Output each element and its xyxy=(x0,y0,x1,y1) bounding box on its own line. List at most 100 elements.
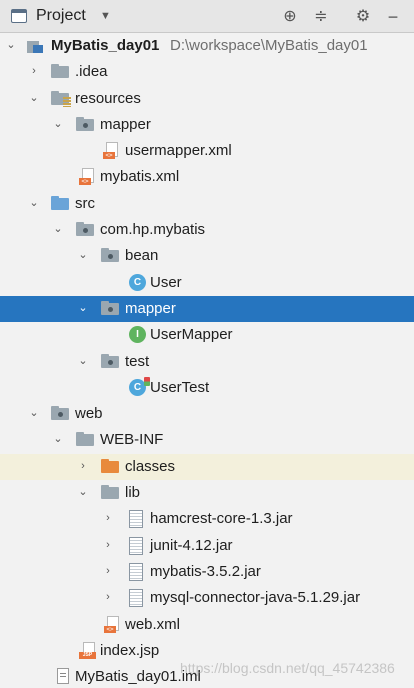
project-tool-window-header: Project ▼ ⊕ ≑ ⚙ − xyxy=(0,0,414,33)
node-label: usermapper.xml xyxy=(125,142,232,160)
xml-file-icon: <> xyxy=(103,142,119,160)
jar-icon xyxy=(129,510,143,529)
jar-icon xyxy=(129,562,143,581)
interface-icon: I xyxy=(129,326,146,344)
tree-node-lib[interactable]: ⌄ lib xyxy=(0,480,414,506)
tree-node-webinf[interactable]: ⌄ WEB-INF xyxy=(0,427,414,453)
node-label: resources xyxy=(75,89,141,107)
chevron-down-icon[interactable]: ⌄ xyxy=(76,248,90,262)
chevron-down-icon[interactable]: ⌄ xyxy=(4,38,18,52)
chevron-down-icon[interactable]: ⌄ xyxy=(51,222,65,236)
package-folder-icon xyxy=(101,300,119,316)
node-label: UserMapper xyxy=(150,326,233,344)
collapse-all-icon[interactable]: ≑ xyxy=(310,6,332,28)
folder-icon xyxy=(51,64,69,79)
tree-node-test[interactable]: ⌄ test xyxy=(0,349,414,375)
node-label: WEB-INF xyxy=(100,431,164,449)
node-label: com.hp.mybatis xyxy=(100,221,206,239)
package-folder-icon xyxy=(76,222,94,237)
resources-folder-icon xyxy=(51,90,71,107)
node-label: lib xyxy=(125,484,141,502)
project-view-icon xyxy=(11,9,27,23)
folder-icon xyxy=(76,432,94,447)
gear-icon[interactable]: ⚙ xyxy=(352,6,374,28)
tree-node-jar[interactable]: › junit-4.12.jar xyxy=(0,533,414,559)
jar-icon xyxy=(129,536,143,555)
chevron-down-icon[interactable]: ⌄ xyxy=(51,117,65,131)
chevron-right-icon[interactable]: › xyxy=(101,564,115,578)
package-folder-icon xyxy=(101,353,119,369)
view-dropdown-chevron-icon[interactable]: ▼ xyxy=(100,10,111,22)
tree-node-jar[interactable]: › mybatis-3.5.2.jar xyxy=(0,559,414,585)
chevron-down-icon[interactable]: ⌄ xyxy=(76,301,90,315)
root-path: D:\workspace\MyBatis_day01 xyxy=(170,37,368,54)
chevron-down-icon[interactable]: ⌄ xyxy=(76,354,90,368)
node-label: UserTest xyxy=(150,378,210,396)
root-label: MyBatis_day01 xyxy=(51,37,160,54)
project-tree: ⌄ MyBatis_day01 D:\workspace\MyBatis_day… xyxy=(0,33,414,688)
tree-node-idea[interactable]: › .idea xyxy=(0,59,414,85)
test-class-icon: C xyxy=(129,376,150,396)
node-label: mapper xyxy=(100,115,151,133)
chevron-down-icon[interactable]: ⌄ xyxy=(76,485,90,499)
excluded-folder-icon xyxy=(101,458,119,474)
chevron-right-icon[interactable]: › xyxy=(101,590,115,604)
tree-node-package-mapper[interactable]: ⌄ mapper xyxy=(0,295,414,323)
source-folder-icon xyxy=(51,195,69,211)
tree-node-usertest-class[interactable]: C UserTest xyxy=(0,375,414,401)
hide-icon[interactable]: − xyxy=(382,6,404,28)
locate-icon[interactable]: ⊕ xyxy=(279,6,301,28)
watermark: https://blog.csdn.net/qq_45742386 xyxy=(180,660,395,676)
tree-node-jar[interactable]: › hamcrest-core-1.3.jar xyxy=(0,506,414,532)
chevron-down-icon[interactable]: ⌄ xyxy=(27,91,41,105)
tree-node-resources-mapper[interactable]: ⌄ mapper xyxy=(0,112,414,138)
iml-file-icon xyxy=(55,668,71,685)
node-label: web xyxy=(75,405,103,423)
module-icon xyxy=(27,38,45,54)
node-label: mysql-connector-java-5.1.29.jar xyxy=(150,589,361,607)
tree-node-package[interactable]: ⌄ com.hp.mybatis xyxy=(0,217,414,243)
tree-node-user-class[interactable]: C User xyxy=(0,270,414,296)
chevron-right-icon[interactable]: › xyxy=(27,64,41,78)
chevron-down-icon[interactable]: ⌄ xyxy=(27,196,41,210)
view-title[interactable]: Project xyxy=(36,7,86,25)
node-label: mapper xyxy=(125,299,176,317)
tree-node-usermapper-xml[interactable]: <> usermapper.xml xyxy=(0,138,414,164)
tree-node-bean[interactable]: ⌄ bean xyxy=(0,243,414,269)
node-label: junit-4.12.jar xyxy=(150,536,233,554)
chevron-right-icon[interactable]: › xyxy=(101,511,115,525)
node-label: mybatis-3.5.2.jar xyxy=(150,562,261,580)
tree-node-web[interactable]: ⌄ web xyxy=(0,401,414,427)
package-folder-icon xyxy=(101,248,119,263)
node-label: .idea xyxy=(75,63,108,81)
tree-node-root[interactable]: ⌄ MyBatis_day01 D:\workspace\MyBatis_day… xyxy=(0,33,414,59)
node-label: index.jsp xyxy=(100,641,160,659)
xml-file-icon: <> xyxy=(104,615,120,633)
chevron-down-icon[interactable]: ⌄ xyxy=(51,432,65,446)
node-label: hamcrest-core-1.3.jar xyxy=(150,510,293,528)
tree-node-usermapper-interface[interactable]: I UserMapper xyxy=(0,322,414,348)
node-label: src xyxy=(75,194,95,212)
tree-node-src[interactable]: ⌄ src xyxy=(0,191,414,217)
tree-node-classes[interactable]: › classes xyxy=(0,453,414,481)
chevron-right-icon[interactable]: › xyxy=(101,538,115,552)
node-label: bean xyxy=(125,247,159,265)
chevron-right-icon[interactable]: › xyxy=(76,459,90,473)
package-folder-icon xyxy=(76,116,94,132)
class-icon: C xyxy=(129,273,146,291)
node-label: web.xml xyxy=(125,615,181,633)
node-label: User xyxy=(150,273,182,291)
tree-node-resources[interactable]: ⌄ resources xyxy=(0,86,414,112)
node-label: classes xyxy=(125,457,176,475)
xml-file-icon: <> xyxy=(79,168,95,186)
tree-node-jar[interactable]: › mysql-connector-java-5.1.29.jar xyxy=(0,585,414,611)
chevron-down-icon[interactable]: ⌄ xyxy=(27,406,41,420)
folder-icon xyxy=(101,485,119,500)
tree-node-mybatis-xml[interactable]: <> mybatis.xml xyxy=(0,164,414,190)
jsp-file-icon: JSP xyxy=(79,641,96,659)
node-label: test xyxy=(125,352,150,370)
web-folder-icon xyxy=(51,406,69,421)
tree-node-web-xml[interactable]: <> web.xml xyxy=(0,612,414,638)
node-label: mybatis.xml xyxy=(100,168,180,186)
jar-icon xyxy=(129,589,143,608)
